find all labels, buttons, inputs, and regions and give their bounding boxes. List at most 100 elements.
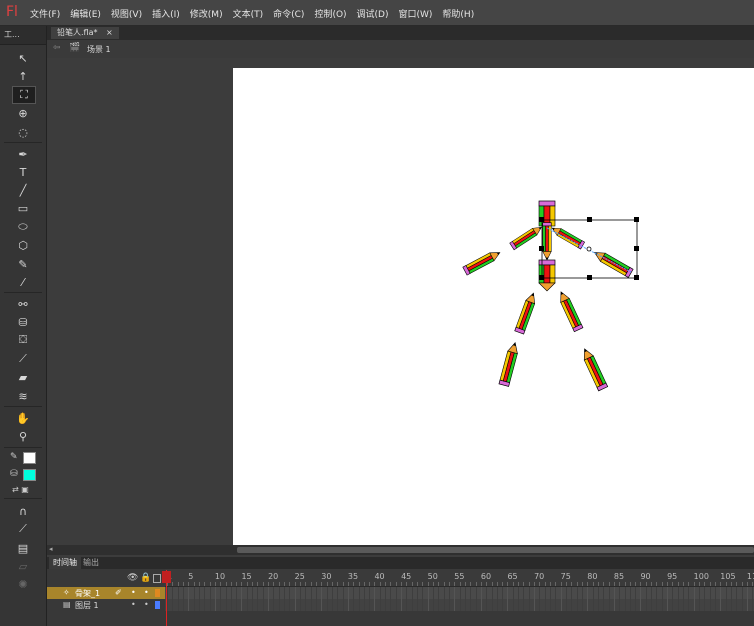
frame-cell[interactable] (528, 587, 530, 599)
visibility-dot-icon[interactable]: • (131, 600, 136, 609)
frame-cell[interactable] (321, 599, 323, 611)
frame-cell[interactable] (651, 599, 653, 611)
frame-cell[interactable] (486, 599, 488, 611)
scrollbar-thumb[interactable] (237, 547, 754, 553)
frame-cell[interactable] (374, 587, 376, 599)
frame-cell[interactable] (305, 599, 307, 611)
frame-cell[interactable] (225, 587, 227, 599)
pencil-tool-icon[interactable]: ✎ (12, 256, 34, 272)
frame-cell[interactable] (417, 599, 419, 611)
frame-cell[interactable] (518, 587, 520, 599)
frame-cell[interactable] (443, 599, 445, 611)
lock-icon[interactable]: 🔒 (140, 573, 151, 583)
frame-cell[interactable] (730, 587, 732, 599)
eye-icon[interactable]: 👁 (127, 573, 138, 583)
frame-cell[interactable] (310, 587, 312, 599)
menu-item[interactable]: 文件(F) (30, 7, 60, 20)
frame-cell[interactable] (667, 587, 669, 599)
frame-cell[interactable] (619, 599, 621, 611)
frame-cell[interactable] (459, 587, 461, 599)
frame-cell[interactable] (709, 587, 711, 599)
fill-color-swatch[interactable] (23, 469, 36, 481)
frame-cell[interactable] (507, 587, 509, 599)
frame-cell[interactable] (502, 599, 504, 611)
frame-cell[interactable] (693, 599, 695, 611)
timeline-ruler[interactable]: 1510152025303540455055606570758085909510… (165, 569, 754, 587)
frame-cell[interactable] (539, 587, 541, 599)
frame-cell[interactable] (544, 599, 546, 611)
frame-cell[interactable] (289, 599, 291, 611)
frame-cell[interactable] (454, 599, 456, 611)
stage[interactable] (233, 68, 754, 545)
frame-cell[interactable] (746, 599, 748, 611)
pen-tool-icon[interactable]: ✒ (12, 146, 34, 162)
frame-cell[interactable] (193, 599, 195, 611)
frame-cell[interactable] (672, 587, 674, 599)
back-arrow-icon[interactable]: ⇦ (53, 43, 61, 53)
pencil-right-thigh[interactable] (556, 289, 584, 333)
frame-cell[interactable] (300, 599, 301, 611)
pencil-left-lower-arm[interactable] (462, 248, 503, 276)
layer-row-layer1[interactable]: ▤ 图层 1 • • (47, 599, 165, 611)
frame-cell[interactable] (198, 599, 200, 611)
frame-cell[interactable] (241, 587, 243, 599)
frame-cell[interactable] (704, 587, 706, 599)
frame-cell[interactable] (353, 599, 355, 611)
pencil-head[interactable] (538, 200, 556, 227)
frame-cell[interactable] (326, 599, 328, 611)
frame-cell[interactable] (714, 587, 716, 599)
frame-cell[interactable] (209, 599, 211, 611)
frame-cell[interactable] (363, 587, 365, 599)
frame-cell[interactable] (560, 599, 562, 611)
frame-cell[interactable] (411, 599, 413, 611)
frame-cell[interactable] (220, 587, 222, 599)
frame-cell[interactable] (677, 599, 679, 611)
frames-row-armature[interactable] (165, 587, 754, 599)
frame-cell[interactable] (619, 587, 621, 599)
frame-cell[interactable] (603, 587, 605, 599)
frame-cell[interactable] (746, 587, 748, 599)
frame-cell[interactable] (683, 587, 685, 599)
frame-cell[interactable] (390, 599, 392, 611)
frame-cell[interactable] (645, 587, 647, 599)
frame-cell[interactable] (204, 599, 206, 611)
frame-cell[interactable] (257, 599, 259, 611)
frame-cell[interactable] (672, 599, 674, 611)
frame-cell[interactable] (289, 587, 291, 599)
eyedropper-tool-icon[interactable]: ⟋ (12, 351, 34, 367)
playhead-handle[interactable] (162, 571, 171, 583)
visibility-dot-icon[interactable]: • (131, 588, 136, 597)
frame-cell[interactable] (736, 587, 738, 599)
pencil-left-shin[interactable] (498, 340, 521, 387)
frame-cell[interactable] (752, 599, 754, 611)
frame-cell[interactable] (177, 599, 179, 611)
frame-cell[interactable] (635, 587, 637, 599)
frame-cell[interactable] (358, 599, 360, 611)
frame-cell[interactable] (214, 587, 216, 599)
frame-cell[interactable] (305, 587, 307, 599)
frame-cell[interactable] (310, 599, 312, 611)
frame-cell[interactable] (209, 587, 211, 599)
frame-cell[interactable] (725, 599, 727, 611)
polystar-tool-icon[interactable]: ⬡ (12, 237, 34, 253)
smooth-icon[interactable]: ⟋ (12, 521, 34, 537)
pencil-right-lower-arm[interactable] (591, 247, 634, 278)
frame-cell[interactable] (725, 587, 727, 599)
layer-color-swatch[interactable] (155, 589, 160, 597)
frame-cell[interactable] (512, 587, 514, 599)
frame-cell[interactable] (651, 587, 653, 599)
frame-cell[interactable] (480, 587, 482, 599)
frame-cell[interactable] (603, 599, 605, 611)
lasso-tool-icon[interactable]: ◌ (12, 124, 34, 140)
frame-cell[interactable] (188, 599, 190, 611)
menu-item[interactable]: 修改(M) (190, 7, 223, 20)
frame-cell[interactable] (395, 587, 397, 599)
frame-cell[interactable] (709, 599, 711, 611)
frame-cell[interactable] (566, 599, 567, 611)
horizontal-scrollbar[interactable]: ◂ (47, 545, 754, 555)
pencil-left-upper-arm[interactable] (509, 223, 544, 251)
frame-cell[interactable] (300, 587, 301, 599)
frame-cell[interactable] (374, 599, 376, 611)
frame-cell[interactable] (629, 587, 631, 599)
frame-cell[interactable] (613, 599, 615, 611)
